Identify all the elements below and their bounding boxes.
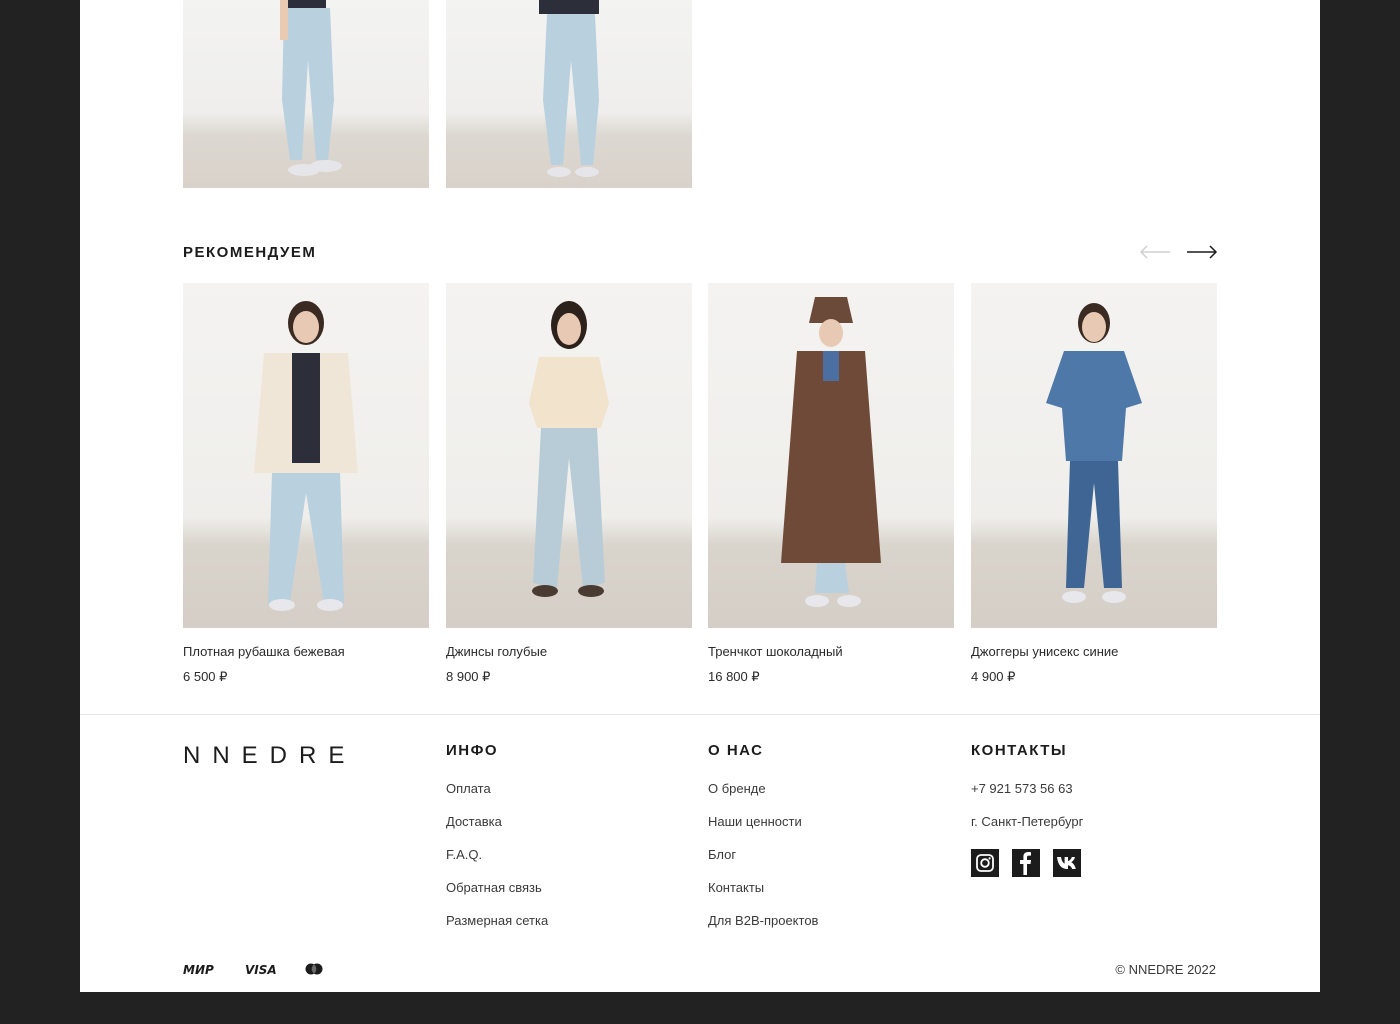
footer-link-values[interactable]: Наши ценности [708, 814, 818, 847]
product-name[interactable]: Джоггеры унисекс синие [971, 644, 1217, 659]
mir-logo-text: МИР [183, 963, 214, 976]
product-name[interactable]: Тренчкот шоколадный [708, 644, 954, 659]
footer-link-faq[interactable]: F.A.Q. [446, 847, 548, 880]
recommend-title: РЕКОМЕНДУЕМ [183, 244, 317, 261]
page: РЕКОМЕНДУЕМ Плотная рубашка бежевая 6 50… [80, 0, 1320, 992]
footer-link-payment[interactable]: Оплата [446, 781, 548, 814]
product-image[interactable] [446, 283, 692, 628]
footer-link-delivery[interactable]: Доставка [446, 814, 548, 847]
instagram-icon[interactable] [971, 849, 999, 877]
footer-info-column: ИНФО Оплата Доставка F.A.Q. Обратная свя… [446, 742, 548, 946]
product-image-cropped[interactable] [183, 0, 429, 188]
facebook-icon[interactable] [1012, 849, 1040, 877]
footer-divider [80, 714, 1320, 715]
copyright: © NNEDRE 2022 [1115, 962, 1216, 977]
footer-link-size-chart[interactable]: Размерная сетка [446, 913, 548, 946]
product-name[interactable]: Плотная рубашка бежевая [183, 644, 429, 659]
product-image[interactable] [708, 283, 954, 628]
product-name[interactable]: Джинсы голубые [446, 644, 692, 659]
model-figure [1046, 303, 1142, 603]
product-price: 8 900 ₽ [446, 669, 491, 684]
footer-link-feedback[interactable]: Обратная связь [446, 880, 548, 913]
product-price: 16 800 ₽ [708, 669, 760, 684]
next-arrow-icon[interactable] [1186, 243, 1218, 261]
vk-icon[interactable] [1053, 849, 1081, 877]
footer-contacts-column: КОНТАКТЫ +7 921 573 56 63 г. Санкт-Петер… [971, 742, 1083, 877]
visa-logo-text: VISA [245, 963, 277, 976]
footer-contacts-title: КОНТАКТЫ [971, 742, 1068, 759]
model-figure [280, 0, 342, 176]
footer-logo[interactable]: NNEDRE [183, 742, 356, 770]
footer-link-contacts[interactable]: Контакты [708, 880, 818, 913]
product-price: 6 500 ₽ [183, 669, 228, 684]
model-figure [539, 0, 599, 177]
model-figure [781, 297, 881, 607]
model-figure [254, 301, 358, 611]
footer-info-title: ИНФО [446, 742, 499, 759]
model-figure [529, 301, 609, 597]
visa-icon: VISA [245, 962, 281, 977]
product-price: 4 900 ₽ [971, 669, 1016, 684]
product-image[interactable] [971, 283, 1217, 628]
product-image-cropped[interactable] [446, 0, 692, 188]
product-image[interactable] [183, 283, 429, 628]
mir-icon: МИР [183, 962, 219, 977]
social-links [971, 849, 1083, 877]
prev-arrow-icon[interactable] [1139, 243, 1171, 261]
footer-about-title: О НАС [708, 742, 764, 759]
footer-link-blog[interactable]: Блог [708, 847, 818, 880]
footer-link-about-brand[interactable]: О бренде [708, 781, 818, 814]
product-card[interactable]: Плотная рубашка бежевая 6 500 ₽ [183, 283, 429, 685]
footer-city: г. Санкт-Петербург [971, 814, 1084, 829]
mastercard-icon [304, 962, 324, 976]
footer-about-column: О НАС О бренде Наши ценности Блог Контак… [708, 742, 818, 946]
product-card[interactable]: Джинсы голубые 8 900 ₽ [446, 283, 692, 685]
product-card[interactable]: Тренчкот шоколадный 16 800 ₽ [708, 283, 954, 685]
footer-link-b2b[interactable]: Для B2B-проектов [708, 913, 818, 946]
product-card[interactable]: Джоггеры унисекс синие 4 900 ₽ [971, 283, 1217, 685]
footer-phone[interactable]: +7 921 573 56 63 [971, 781, 1083, 814]
